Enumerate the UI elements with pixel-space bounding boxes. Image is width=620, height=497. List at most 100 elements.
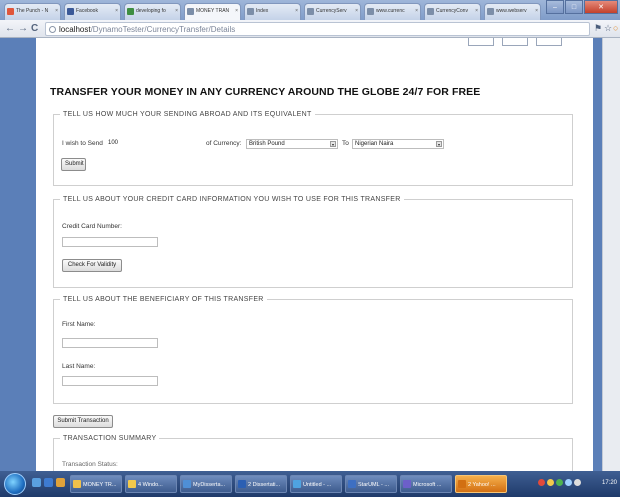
page-icon: [49, 26, 56, 33]
close-tab-icon[interactable]: ×: [115, 8, 118, 14]
close-tab-icon[interactable]: ×: [475, 8, 478, 14]
tab-favicon-icon: [7, 8, 14, 15]
close-tab-icon[interactable]: ×: [55, 8, 58, 14]
ie-icon[interactable]: [44, 478, 53, 487]
reload-button[interactable]: C: [31, 23, 38, 34]
tab-favicon-icon: [427, 8, 434, 15]
browser-tab[interactable]: www.webserv ×: [484, 3, 541, 20]
taskbar-button[interactable]: Untitled - ...: [290, 475, 342, 493]
tray-icon-2[interactable]: [547, 479, 554, 486]
flag-icon[interactable]: ⚑: [594, 23, 602, 34]
credit-card-input[interactable]: [62, 237, 158, 247]
taskbar-button-label: Untitled - ...: [303, 482, 332, 488]
close-window-button[interactable]: ✕: [584, 0, 618, 14]
network-icon[interactable]: [565, 479, 572, 486]
browser-tab[interactable]: CurrencyConv ×: [424, 3, 481, 20]
top-nav-button-2[interactable]: [502, 38, 528, 46]
tab-label: www.currenc: [376, 8, 405, 14]
tab-label: The Punch - N: [16, 8, 49, 14]
tray-icon-1[interactable]: [538, 479, 545, 486]
first-name-input[interactable]: [62, 338, 158, 348]
taskbar-button-label: MyDisserta...: [193, 482, 226, 488]
browser-tab[interactable]: CurrencyServ ×: [304, 3, 361, 20]
close-tab-icon[interactable]: ×: [535, 8, 538, 14]
explorer-icon[interactable]: [56, 478, 65, 487]
chevron-down-icon: ▾: [330, 141, 336, 147]
to-currency-value: Nigerian Naira: [355, 141, 394, 147]
page-content: TRANSFER YOUR MONEY IN ANY CURRENCY AROU…: [36, 38, 593, 471]
app-icon: [403, 480, 411, 488]
close-tab-icon[interactable]: ×: [415, 8, 418, 14]
page-scrollbar[interactable]: [602, 38, 620, 471]
check-validity-button[interactable]: Check For Validity: [62, 259, 122, 272]
minimize-button[interactable]: –: [546, 0, 564, 14]
maximize-button[interactable]: □: [565, 0, 583, 14]
top-nav-button-1[interactable]: [468, 38, 494, 46]
app-icon: [183, 480, 191, 488]
taskbar: MONEY TR... 4 Windo... MyDisserta... 2 Diss…: [0, 471, 620, 497]
tab-label: CurrencyConv: [436, 8, 468, 14]
send-amount-input[interactable]: 100: [108, 139, 204, 148]
first-name-label: First Name:: [62, 321, 96, 328]
address-bar[interactable]: localhost/DynamoTester/CurrencyTransfer/…: [45, 22, 590, 36]
tab-label: Facebook: [76, 8, 98, 14]
taskbar-button[interactable]: 2 Dissertati...: [235, 475, 287, 493]
browser-tab[interactable]: Facebook ×: [64, 3, 121, 20]
close-tab-icon[interactable]: ×: [175, 8, 178, 14]
taskbar-button-label: 2 Dissertati...: [248, 482, 281, 488]
submit-button[interactable]: Submit: [61, 158, 86, 171]
browser-tab[interactable]: MONEY TRAN ×: [184, 3, 241, 20]
taskbar-button[interactable]: 2 Yahoo! ...: [455, 475, 507, 493]
tab-favicon-icon: [187, 8, 194, 15]
show-desktop-icon[interactable]: [32, 478, 41, 487]
taskbar-button[interactable]: StarUML - ...: [345, 475, 397, 493]
taskbar-button[interactable]: MONEY TR...: [70, 475, 122, 493]
tray-icon-3[interactable]: [556, 479, 563, 486]
to-currency-select[interactable]: Nigerian Naira ▾: [352, 139, 444, 149]
top-nav-button-3[interactable]: [536, 38, 562, 46]
app-icon: [128, 480, 136, 488]
tab-label: www.webserv: [496, 8, 527, 14]
tab-label: developing fo: [136, 8, 166, 14]
browser-tab[interactable]: The Punch - N ×: [4, 3, 61, 20]
submit-transaction-button[interactable]: Submit Transaction: [53, 415, 113, 428]
tab-favicon-icon: [67, 8, 74, 15]
transaction-summary-section: TRANSACTION SUMMARY: [53, 435, 573, 471]
browser-tab-strip: The Punch - N × Facebook × developing fo × MON…: [0, 0, 620, 20]
browser-tab[interactable]: Index ×: [244, 3, 301, 20]
taskbar-button[interactable]: 4 Windo...: [125, 475, 177, 493]
taskbar-button[interactable]: Microsoft ...: [400, 475, 452, 493]
tab-label: CurrencyServ: [316, 8, 347, 14]
last-name-label: Last Name:: [62, 363, 96, 370]
back-button[interactable]: ←: [5, 23, 15, 34]
beneficiary-section-legend: TELL US ABOUT THE BENEFICIARY OF THIS TR…: [63, 296, 264, 303]
star-icon[interactable]: ☆: [604, 23, 612, 34]
browser-nav-bar: ← → C localhost/DynamoTester/CurrencyTra…: [0, 20, 620, 38]
from-currency-select[interactable]: British Pound ▾: [246, 139, 338, 149]
system-tray: 17:20: [534, 473, 620, 495]
transaction-status-label: Transaction Status:: [62, 461, 118, 468]
browser-tab[interactable]: developing fo ×: [124, 3, 181, 20]
taskbar-button-label: 4 Windo...: [138, 482, 163, 488]
tab-label: MONEY TRAN: [196, 8, 230, 14]
from-currency-value: British Pound: [249, 141, 285, 147]
close-tab-icon[interactable]: ×: [295, 8, 298, 14]
close-tab-icon[interactable]: ×: [355, 8, 358, 14]
forward-button[interactable]: →: [18, 23, 28, 34]
tab-label: Index: [256, 8, 269, 14]
volume-icon[interactable]: [574, 479, 581, 486]
page-viewport: TRANSFER YOUR MONEY IN ANY CURRENCY AROU…: [0, 38, 620, 471]
taskbar-button-label: StarUML - ...: [358, 482, 389, 488]
app-icon: [458, 480, 466, 488]
close-tab-icon[interactable]: ×: [235, 8, 238, 14]
page-title: TRANSFER YOUR MONEY IN ANY CURRENCY AROU…: [50, 86, 481, 98]
transaction-summary-legend: TRANSACTION SUMMARY: [63, 435, 157, 442]
last-name-input[interactable]: [62, 376, 158, 386]
stop-icon[interactable]: ○: [613, 23, 618, 33]
start-button[interactable]: [4, 473, 26, 495]
browser-tab[interactable]: www.currenc ×: [364, 3, 421, 20]
taskbar-button-label: Microsoft ...: [413, 482, 442, 488]
amount-section-legend: TELL US HOW MUCH YOUR SENDING ABROAD AND…: [63, 111, 312, 118]
app-icon: [73, 480, 81, 488]
taskbar-button[interactable]: MyDisserta...: [180, 475, 232, 493]
